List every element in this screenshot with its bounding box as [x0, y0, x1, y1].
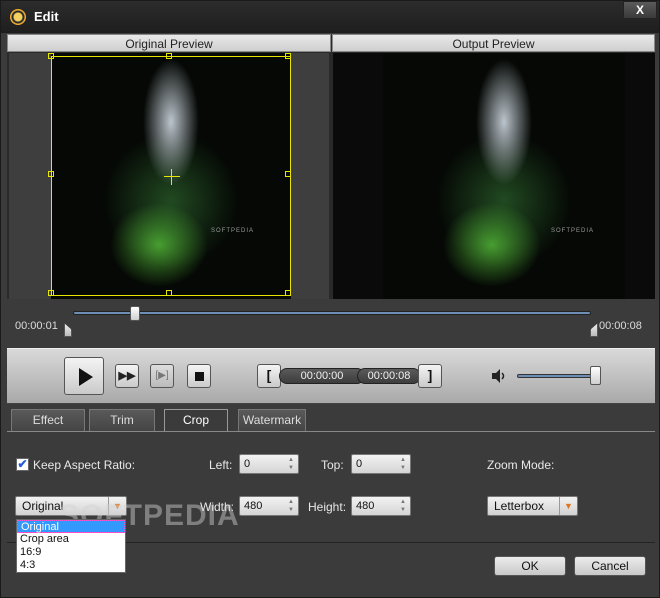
top-field[interactable]: 0 ▲ ▼ — [351, 454, 411, 474]
keep-aspect-checkbox[interactable]: ✔ — [16, 458, 29, 471]
aspect-option-16-9[interactable]: 16:9 — [17, 546, 125, 559]
crop-handle-right[interactable] — [285, 171, 291, 177]
tab-crop[interactable]: Crop — [164, 409, 228, 432]
volume-track[interactable] — [517, 374, 599, 378]
width-value: 480 — [244, 500, 263, 512]
top-value: 0 — [356, 458, 363, 470]
aspect-select-value: Original — [22, 499, 64, 513]
clip-end-time[interactable]: 00:00:08 — [357, 368, 421, 384]
seek-track[interactable] — [73, 311, 591, 315]
frame-step-button[interactable]: [▶] — [150, 364, 174, 388]
crop-handle-left[interactable] — [48, 171, 54, 177]
volume-thumb[interactable] — [589, 366, 601, 385]
height-field[interactable]: 480 ▲ ▼ — [351, 496, 411, 516]
left-label: Left: — [209, 458, 233, 472]
aspect-option-original[interactable]: Original — [17, 520, 125, 533]
original-preview-header: Original Preview — [7, 34, 331, 52]
seek-thumb[interactable] — [130, 306, 141, 321]
crop-handle-bottom-left[interactable] — [48, 290, 54, 296]
output-video-frame: SOFTPEDIA — [383, 53, 625, 299]
preview-area: Original Preview Output Preview SOFTPEDI… — [7, 34, 655, 299]
tab-bar: Effect Trim Crop Watermark — [7, 409, 655, 432]
fast-forward-button[interactable]: ▶▶ — [115, 364, 139, 388]
crop-handle-bottom-right[interactable] — [285, 290, 291, 296]
top-label: Top: — [321, 458, 344, 472]
chevron-down-icon[interactable]: ▼ — [559, 497, 577, 515]
left-spin-arrows[interactable]: ▲ ▼ — [285, 456, 297, 472]
output-preview-header: Output Preview — [332, 34, 655, 52]
top-spin-arrows[interactable]: ▲ ▼ — [397, 456, 409, 472]
crop-handle-top[interactable] — [166, 53, 172, 59]
output-preview-pane: SOFTPEDIA — [333, 53, 655, 299]
set-end-button[interactable]: ] — [418, 364, 442, 388]
crop-rectangle[interactable] — [48, 53, 291, 296]
crosshair-icon[interactable] — [164, 169, 180, 185]
height-label: Height: — [308, 500, 347, 514]
title-bar: Edit X — [1, 1, 659, 33]
stop-button[interactable] — [187, 364, 211, 388]
cancel-button[interactable]: Cancel — [574, 556, 646, 576]
zoom-mode-select[interactable]: Letterbox ▼ — [487, 496, 578, 516]
window-title: Edit — [34, 9, 59, 24]
set-start-button[interactable]: [ — [257, 364, 281, 388]
crop-handle-bottom[interactable] — [166, 290, 172, 296]
end-marker[interactable] — [590, 323, 598, 337]
play-button[interactable] — [64, 357, 104, 395]
width-field[interactable]: 480 ▲ ▼ — [239, 496, 299, 516]
video-watermark: SOFTPEDIA — [551, 228, 595, 234]
start-marker[interactable] — [64, 323, 72, 337]
ok-button[interactable]: OK — [494, 556, 566, 576]
width-spin-arrows[interactable]: ▲ ▼ — [285, 498, 297, 514]
timeline-end-time: 00:00:08 — [599, 320, 642, 332]
height-spin-arrows[interactable]: ▲ ▼ — [397, 498, 409, 514]
volume-icon[interactable] — [490, 367, 508, 385]
left-field[interactable]: 0 ▲ ▼ — [239, 454, 299, 474]
zoom-mode-value: Letterbox — [494, 499, 545, 513]
clip-start-time[interactable]: 00:00:00 — [279, 368, 365, 384]
zoom-mode-label: Zoom Mode: — [487, 458, 555, 472]
left-value: 0 — [244, 458, 251, 470]
edit-dialog: Edit X Original Preview Output Preview S… — [0, 0, 660, 598]
timeline: 00:00:01 00:00:08 — [7, 301, 655, 347]
playback-controls: ▶▶ [▶] [ 00:00:00 00:00:08 ] — [7, 348, 655, 404]
height-value: 480 — [356, 500, 375, 512]
aspect-option-crop-area[interactable]: Crop area — [17, 533, 125, 546]
tab-effect[interactable]: Effect — [11, 409, 85, 431]
tab-watermark[interactable]: Watermark — [238, 409, 306, 431]
original-preview-pane[interactable]: SOFTPEDIA — [9, 53, 329, 299]
keep-aspect-label: Keep Aspect Ratio: — [33, 458, 136, 472]
aspect-dropdown-list[interactable]: Original Crop area 16:9 4:3 — [16, 519, 126, 573]
crop-handle-top-right[interactable] — [285, 53, 291, 59]
close-button[interactable]: X — [623, 1, 657, 19]
crop-handle-top-left[interactable] — [48, 53, 54, 59]
tab-trim[interactable]: Trim — [89, 409, 155, 431]
timeline-start-time: 00:00:01 — [15, 320, 58, 332]
aspect-option-4-3[interactable]: 4:3 — [17, 559, 125, 572]
app-icon — [10, 9, 26, 25]
